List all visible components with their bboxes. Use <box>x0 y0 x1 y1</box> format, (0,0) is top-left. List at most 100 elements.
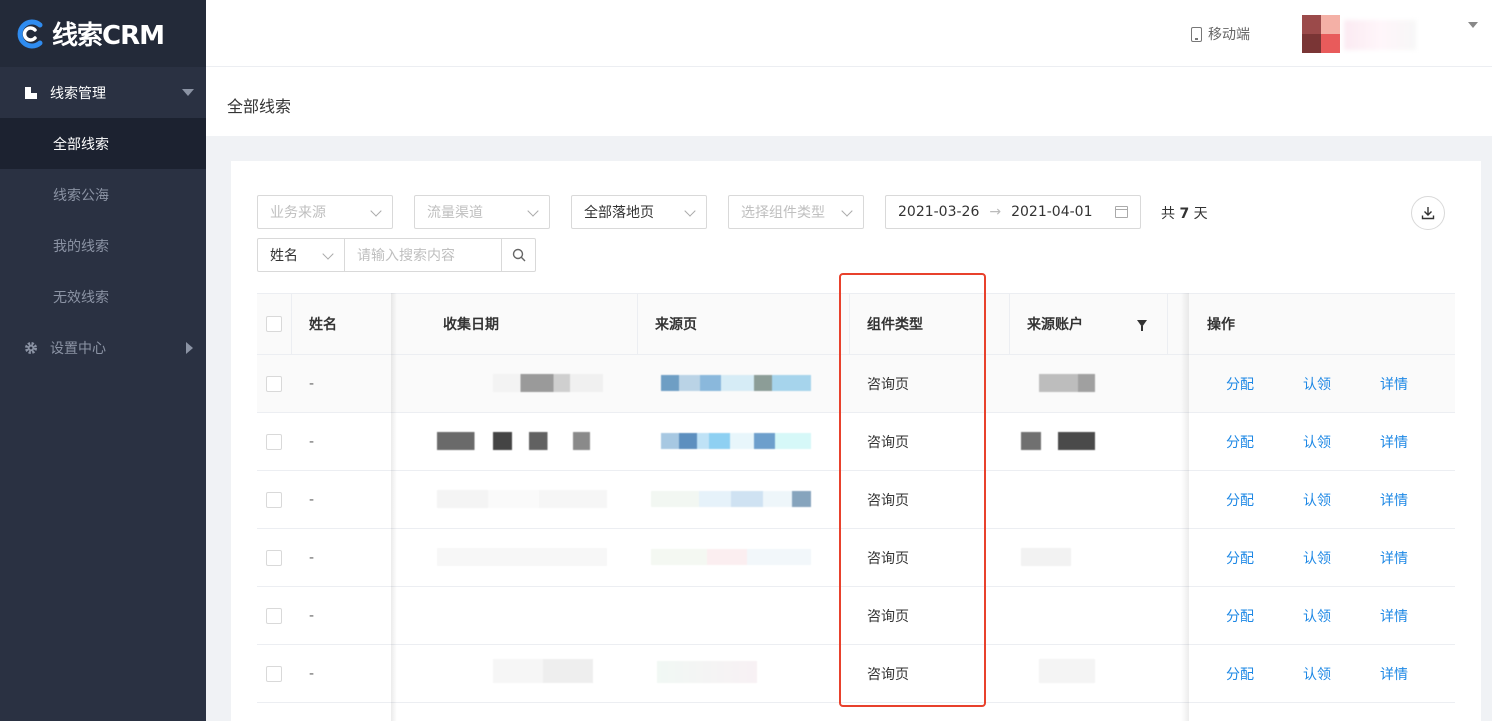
download-button[interactable] <box>1411 196 1445 230</box>
search-icon <box>512 248 525 262</box>
date-range-picker[interactable]: 2021-03-26 → 2021-04-01 <box>885 195 1141 229</box>
arrow-right-icon: → <box>989 204 1002 220</box>
detail-link[interactable]: 详情 <box>1380 529 1408 586</box>
row-checkbox[interactable] <box>266 665 282 682</box>
claim-link[interactable]: 认领 <box>1303 587 1331 644</box>
detail-link[interactable]: 详情 <box>1380 645 1408 702</box>
days-suffix: 天 <box>1193 206 1208 222</box>
assign-link[interactable]: 分配 <box>1226 355 1254 412</box>
detail-link[interactable]: 详情 <box>1380 355 1408 412</box>
user-name-redacted <box>1344 20 1416 50</box>
traffic-channel-placeholder: 流量渠道 <box>427 205 483 221</box>
search-group: 姓名 请输入搜索内容 <box>257 238 536 272</box>
row-checkbox[interactable] <box>266 433 282 450</box>
row-component-type: 咨询页 <box>867 666 909 683</box>
search-button[interactable] <box>502 238 536 272</box>
claim-link[interactable]: 认领 <box>1303 645 1331 702</box>
sidebar-item-my-leads[interactable]: 我的线索 <box>0 220 206 271</box>
gear-icon <box>24 341 38 355</box>
search-field-value: 姓名 <box>270 248 298 264</box>
traffic-channel-select[interactable]: 流量渠道 <box>414 195 550 229</box>
menu-group-label: 设置中心 <box>50 340 106 357</box>
claim-link[interactable]: 认领 <box>1303 471 1331 528</box>
row-name: - <box>309 433 315 450</box>
menu-group-lead-management[interactable]: 线索管理 <box>0 67 206 118</box>
fixed-column-shadow-right <box>1181 293 1189 721</box>
app-title: 线索CRM <box>52 21 165 51</box>
fixed-column-shadow-left <box>391 293 397 721</box>
search-field-select[interactable]: 姓名 <box>257 238 345 272</box>
menu-group-label: 线索管理 <box>50 85 106 102</box>
row-checkbox[interactable] <box>266 491 282 508</box>
table-row: - 咨询页 分配 认领 详情 <box>257 529 1455 587</box>
redacted-account <box>1039 659 1095 683</box>
redacted-date <box>437 432 607 450</box>
component-type-select[interactable]: 选择组件类型 <box>728 195 864 229</box>
calendar-icon <box>1115 206 1128 218</box>
app-logo[interactable]: 线索CRM <box>0 0 206 67</box>
date-end: 2021-04-01 <box>1011 204 1093 220</box>
row-checkbox[interactable] <box>266 375 282 392</box>
row-component-type: 咨询页 <box>867 608 909 625</box>
chevron-down-icon[interactable] <box>1468 22 1478 28</box>
mobile-link[interactable]: 移动端 <box>1191 24 1250 44</box>
menu-group-settings[interactable]: 设置中心 <box>0 322 206 373</box>
redacted-date <box>437 548 607 566</box>
search-input[interactable]: 请输入搜索内容 <box>345 238 502 272</box>
assign-link[interactable]: 分配 <box>1226 413 1254 470</box>
row-component-type: 咨询页 <box>867 492 909 509</box>
col-header-component-type: 组件类型 <box>867 317 923 333</box>
phone-icon <box>1191 26 1202 42</box>
row-checkbox[interactable] <box>266 607 282 624</box>
assign-link[interactable]: 分配 <box>1226 529 1254 586</box>
select-all-cell <box>266 294 282 354</box>
sidebar: 线索CRM 线索管理 全部线索 线索公海 我的线索 无效线索 设置中心 <box>0 0 206 721</box>
col-header-source-account: 来源账户 <box>1027 317 1083 333</box>
row-component-type: 咨询页 <box>867 550 909 567</box>
col-header-name: 姓名 <box>309 317 337 333</box>
row-name: - <box>309 549 315 566</box>
business-source-select[interactable]: 业务来源 <box>257 195 393 229</box>
document-icon <box>24 86 38 100</box>
filter-icon[interactable] <box>1137 320 1147 331</box>
page-title-bar: 全部线索 <box>206 67 1492 136</box>
redacted-date <box>437 490 607 508</box>
redacted-source-page <box>661 375 811 391</box>
table-row: - 咨询页 分配 认领 详情 <box>257 355 1455 413</box>
mobile-label: 移动端 <box>1208 27 1250 43</box>
table-row: - 咨询页 分配 认领 详情 <box>257 471 1455 529</box>
sidebar-item-lead-pool[interactable]: 线索公海 <box>0 169 206 220</box>
row-checkbox[interactable] <box>266 549 282 566</box>
table-row: - 咨询页 分配 认领 详情 <box>257 645 1455 703</box>
chevron-down-icon <box>527 205 539 217</box>
claim-link[interactable]: 认领 <box>1303 355 1331 412</box>
claim-link[interactable]: 认领 <box>1303 529 1331 586</box>
avatar[interactable] <box>1302 15 1340 53</box>
days-count-label: 共 7 天 <box>1161 203 1208 223</box>
caret-right-icon <box>186 341 193 354</box>
detail-link[interactable]: 详情 <box>1380 587 1408 644</box>
days-prefix: 共 <box>1161 206 1175 222</box>
sidebar-item-invalid-leads[interactable]: 无效线索 <box>0 271 206 322</box>
redacted-account <box>1021 548 1071 566</box>
chevron-down-icon <box>841 205 853 217</box>
redacted-date <box>493 374 603 392</box>
assign-link[interactable]: 分配 <box>1226 645 1254 702</box>
detail-link[interactable]: 详情 <box>1380 413 1408 470</box>
redacted-source-page <box>657 661 757 683</box>
redacted-source-page <box>651 491 811 507</box>
row-name: - <box>309 491 315 508</box>
sidebar-item-all-leads[interactable]: 全部线索 <box>0 118 206 169</box>
caret-down-icon <box>182 88 194 96</box>
assign-link[interactable]: 分配 <box>1226 587 1254 644</box>
select-all-checkbox[interactable] <box>266 316 282 332</box>
days-count: 7 <box>1179 206 1190 222</box>
row-component-type: 咨询页 <box>867 376 909 393</box>
content-card: 业务来源 流量渠道 全部落地页 选择组件类型 2021-03-26 → 2021… <box>231 161 1481 721</box>
detail-link[interactable]: 详情 <box>1380 471 1408 528</box>
claim-link[interactable]: 认领 <box>1303 413 1331 470</box>
assign-link[interactable]: 分配 <box>1226 471 1254 528</box>
landing-page-select[interactable]: 全部落地页 <box>571 195 707 229</box>
col-header-source-page: 来源页 <box>655 317 697 333</box>
redacted-source-page <box>661 433 811 449</box>
